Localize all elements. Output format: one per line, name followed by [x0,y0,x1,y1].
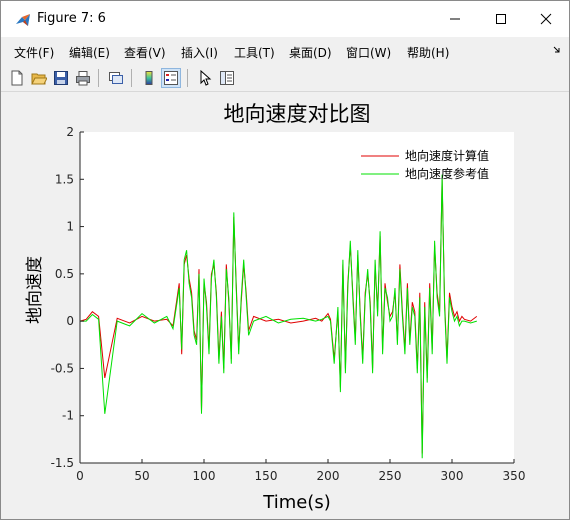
open-file-icon [31,73,47,85]
y-tick-label: 1.5 [55,172,74,186]
toolbar-separator [131,69,132,87]
x-tick-label: 350 [503,469,526,483]
close-button[interactable] [523,1,569,37]
figure-window: Figure 7: 6 文件(F) 编辑(E) 查看(V) 插入(I) 工具(T… [0,0,570,520]
insert-colorbar-button[interactable] [139,68,159,88]
toolbar-separator [98,69,99,87]
save-icon [54,71,68,85]
legend-label-calculated: 地向速度计算值 [405,148,489,163]
property-editor-icon [220,71,234,85]
minimize-button[interactable] [432,1,478,37]
toolbar-separator [187,69,188,87]
menu-desktop[interactable]: 桌面(D) [289,44,332,61]
menu-dock-arrow-icon[interactable] [553,46,561,54]
close-icon [540,13,552,25]
y-tick-label: 0.5 [55,267,74,281]
minimize-icon [450,18,460,20]
property-editor-button[interactable] [217,68,237,88]
x-tick-label: 0 [76,469,84,483]
insert-legend-button[interactable] [161,68,181,88]
title-bar[interactable]: Figure 7: 6 [1,1,569,37]
figure-canvas: 0 50 100 150 200 250 300 350 -1.5 -1 -0.5 0 0.5 1 1.5 2… [5,92,565,517]
menu-view[interactable]: 查看(V) [124,44,166,61]
matlab-logo-icon [16,14,30,26]
y-tick-label: -1 [62,409,74,423]
y-axis-label: 地向速度 [25,256,45,324]
y-tick-label: 2 [66,125,74,139]
new-figure-button[interactable] [7,68,27,88]
print-button[interactable] [73,68,93,88]
x-tick-label: 250 [379,469,402,483]
print-icon [76,71,90,86]
link-figure-icon [109,72,123,84]
legend-label-reference: 地向速度参考值 [405,166,489,181]
link-figure-button[interactable] [106,68,126,88]
menu-help[interactable]: 帮助(H) [407,44,449,61]
x-axis-label: Time(s) [262,492,330,513]
menu-insert[interactable]: 插入(I) [181,44,218,61]
menu-bar: 文件(F) 编辑(E) 查看(V) 插入(I) 工具(T) 桌面(D) 窗口(W… [1,39,569,63]
pointer-icon [200,70,212,86]
x-tick-label: 200 [317,469,340,483]
x-tick-label: 100 [193,469,216,483]
x-tick-label: 300 [441,469,464,483]
chart-title: 地向速度对比图 [224,102,371,126]
edit-plot-button[interactable] [195,68,215,88]
chart-svg: 0 50 100 150 200 250 300 350 -1.5 -1 -0.5 0 0.5 1 1.5 2… [25,102,526,513]
menu-file[interactable]: 文件(F) [14,44,54,61]
legend-icon [164,71,178,85]
y-tick-label: 1 [66,220,74,234]
x-tick-label: 150 [255,469,278,483]
window-title: Figure 7: 6 [37,11,106,26]
y-tick-label: 0 [66,314,74,328]
save-button[interactable] [51,68,71,88]
menu-edit[interactable]: 编辑(E) [69,44,110,61]
x-tick-label: 50 [134,469,149,483]
new-figure-icon [11,70,23,86]
open-file-button[interactable] [29,68,49,88]
figure-toolbar [1,65,569,92]
menu-tools[interactable]: 工具(T) [234,44,275,61]
y-tick-label: -1.5 [51,456,74,470]
maximize-icon [496,14,506,24]
y-tick-label: -0.5 [51,361,74,375]
menu-window[interactable]: 窗口(W) [346,44,391,61]
maximize-button[interactable] [478,1,524,37]
colorbar-icon [145,71,153,85]
